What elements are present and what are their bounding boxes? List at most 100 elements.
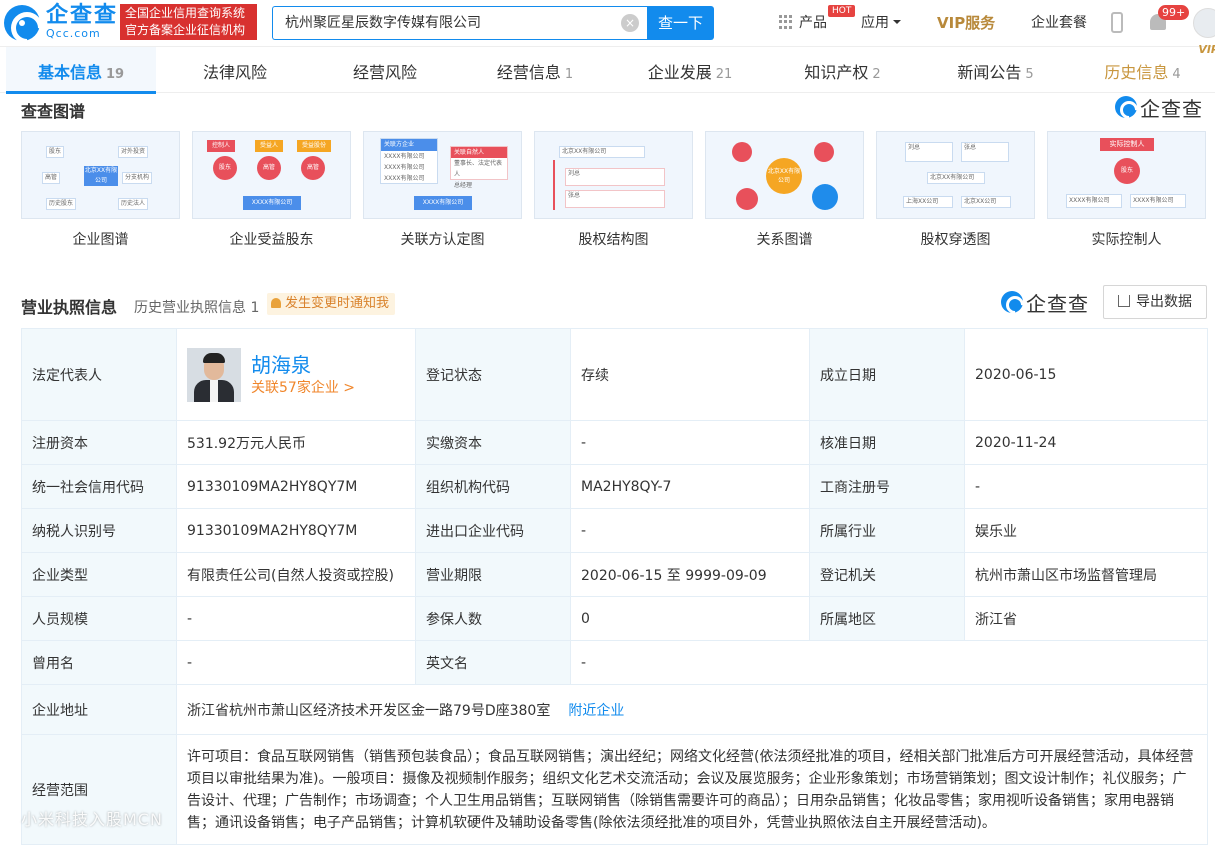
nav-vip-service[interactable]: VIP服务 — [937, 0, 995, 46]
nav-apps[interactable]: 应用 — [861, 0, 901, 46]
tab-basic-info[interactable]: 基本信息 19 — [6, 47, 156, 94]
tab-count: 4 — [1172, 67, 1181, 82]
table-row: 经营范围 许可项目：食品互联网销售（销售预包装食品）；食品互联网销售；演出经纪；… — [21, 734, 1208, 845]
industry-label: 所属行业 — [809, 508, 965, 553]
graph-node: 股东 — [46, 146, 65, 158]
graph-tag: 控制人 — [207, 140, 235, 152]
graph-center-node: XXXX有限公司 — [243, 196, 301, 210]
legal-rep-name[interactable]: 胡海泉 — [251, 352, 355, 378]
authority-value: 杭州市萧山区市场监督管理局 — [964, 552, 1208, 597]
region-label: 所属地区 — [809, 596, 965, 641]
reg-status-label: 登记状态 — [415, 328, 571, 421]
biz-reg-label: 工商注册号 — [809, 464, 965, 509]
staff-size-value: - — [176, 596, 416, 641]
biz-term-label: 营业期限 — [415, 552, 571, 597]
graph-node — [736, 188, 758, 210]
graph-node: 高管 — [257, 156, 281, 180]
history-license-link[interactable]: 历史营业执照信息 1 — [134, 297, 259, 317]
tab-ip[interactable]: 知识产权 2 — [785, 47, 900, 93]
search-input[interactable]: 杭州聚匠星辰数字传媒有限公司 — [272, 6, 647, 40]
insured-value: 0 — [570, 596, 810, 641]
slogan-line-1: 全国企业信用查询系统 — [125, 6, 246, 20]
card-relation-graph[interactable]: 北京XX有限公司 — [705, 131, 864, 219]
graph-node: 分支机构 — [122, 172, 153, 184]
legal-rep-avatar[interactable] — [187, 347, 241, 402]
graph-node: XXXX有限公司 — [1130, 194, 1186, 208]
brand-text: 企查查 — [1140, 96, 1203, 121]
industry-value: 娱乐业 — [964, 508, 1208, 553]
card-equity-penetration[interactable]: 刘总 张总 北京XX有限公司 上海XX公司 北京XX公司 — [876, 131, 1035, 219]
graph-node: 历史股东 — [46, 198, 77, 210]
slogan-banner: 全国企业信用查询系统 官方备案企业征信机构 — [120, 4, 257, 40]
table-row: 法定代表人 胡海泉 关联57家企业 > 登记状态 存续 成立日期 2020-06… — [21, 328, 1208, 421]
nav-enterprise-package[interactable]: 企业套餐 — [1031, 0, 1087, 46]
credit-code-label: 统一社会信用代码 — [21, 464, 177, 509]
graph-node: 刘总 — [565, 168, 665, 186]
tab-label: 基本信息 — [37, 63, 102, 82]
card-enterprise-graph[interactable]: 股东 对外投资 高管 北京XX有限公司 分支机构 历史股东 历史法人 — [21, 131, 180, 219]
tax-id-label: 纳税人识别号 — [21, 508, 177, 553]
card-actual-controller[interactable]: 实际控制人 股东 XXXX有限公司 XXXX有限公司 — [1047, 131, 1206, 219]
tab-count: 1 — [564, 67, 574, 82]
nearby-companies-link[interactable]: 附近企业 — [568, 703, 624, 719]
tab-count: 19 — [105, 67, 125, 82]
card-label: 实际控制人 — [1091, 232, 1162, 248]
ie-code-value: - — [570, 508, 810, 553]
insured-label: 参保人数 — [415, 596, 571, 641]
approve-date-value: 2020-11-24 — [964, 420, 1208, 465]
tab-legal-risk[interactable]: 法律风险 — [180, 47, 290, 93]
graph-node: XXXX有限公司 — [1066, 194, 1122, 208]
tab-operating-info[interactable]: 经营信息 1 — [480, 47, 590, 93]
license-info-table: 法定代表人 胡海泉 关联57家企业 > 登记状态 存续 成立日期 2020-06… — [21, 328, 1208, 845]
panel-item: XXXX有限公司 — [384, 175, 425, 182]
nav-apps-label: 应用 — [861, 15, 889, 31]
notify-on-change-button[interactable]: 发生变更时通知我 — [267, 293, 396, 315]
graph-node: 张总 — [565, 190, 665, 208]
tab-history[interactable]: 历史信息4 VIP — [1090, 43, 1215, 93]
graph-center-node: 北京XX有限公司 — [927, 172, 985, 184]
clear-icon[interactable]: × — [621, 14, 639, 32]
tab-news[interactable]: 新闻公告 5 — [938, 47, 1053, 93]
en-name-label: 英文名 — [415, 640, 571, 685]
graph-node: 对外投资 — [118, 146, 149, 158]
card-label: 关联方认定图 — [400, 232, 485, 248]
region-value: 浙江省 — [964, 596, 1208, 641]
qcc-logo[interactable]: 企查查 Qcc.com — [4, 4, 118, 42]
graph-node: 高管 — [42, 172, 61, 184]
card-beneficial-owners[interactable]: 控制人 受益人 受益股份 股东 高管 高管 XXXX有限公司 — [192, 131, 351, 219]
export-data-button[interactable]: 导出数据 — [1103, 285, 1207, 319]
tree-line — [553, 160, 555, 210]
graph-root-node: 北京XX有限公司 — [559, 146, 645, 158]
panel-item: 总经理 — [454, 182, 473, 189]
tab-label: 经营信息 — [496, 63, 561, 82]
qcc-logo-icon — [1115, 96, 1137, 118]
card-label: 股权结构图 — [578, 232, 649, 248]
bell-icon — [271, 298, 281, 308]
card-label: 股权穿透图 — [920, 232, 991, 248]
panel-title: 关联方企业 — [381, 139, 437, 151]
address-value: 浙江省杭州市萧山区经济技术开发区金一路79号D座380室 — [187, 702, 551, 719]
org-code-label: 组织机构代码 — [415, 464, 571, 509]
biz-reg-value: - — [964, 464, 1208, 509]
table-row: 曾用名 - 英文名 - — [21, 640, 1208, 685]
search-button[interactable]: 查一下 — [647, 6, 714, 40]
notify-label: 发生变更时通知我 — [285, 296, 390, 311]
staff-size-label: 人员规模 — [21, 596, 177, 641]
phone-icon[interactable] — [1111, 12, 1123, 33]
table-row: 纳税人识别号 91330109MA2HY8QY7M 进出口企业代码 - 所属行业… — [21, 508, 1208, 553]
org-code-value: MA2HY8QY-7 — [570, 464, 810, 509]
qcc-brand-logo: 企查查 — [1001, 289, 1089, 316]
tab-operating-risk[interactable]: 经营风险 — [330, 47, 440, 93]
card-equity-structure[interactable]: 北京XX有限公司 刘总 张总 — [534, 131, 693, 219]
graph-node: 高管 — [301, 156, 325, 180]
legal-rep-related-link[interactable]: 关联57家企业 > — [251, 378, 355, 398]
tab-development[interactable]: 企业发展 21 — [630, 47, 750, 93]
nav-product[interactable]: 产品 — [799, 0, 827, 46]
user-avatar[interactable] — [1193, 8, 1215, 38]
graph-node — [732, 142, 752, 162]
found-date-value: 2020-06-15 — [964, 328, 1208, 421]
card-related-party[interactable]: 关联方企业 XXXX有限公司 XXXX有限公司 XXXX有限公司 关联自然人 董… — [363, 131, 522, 219]
related-company-panel: 关联方企业 XXXX有限公司 XXXX有限公司 XXXX有限公司 — [380, 138, 438, 184]
en-name-value: - — [570, 640, 1208, 685]
legal-rep-label: 法定代表人 — [21, 328, 177, 421]
